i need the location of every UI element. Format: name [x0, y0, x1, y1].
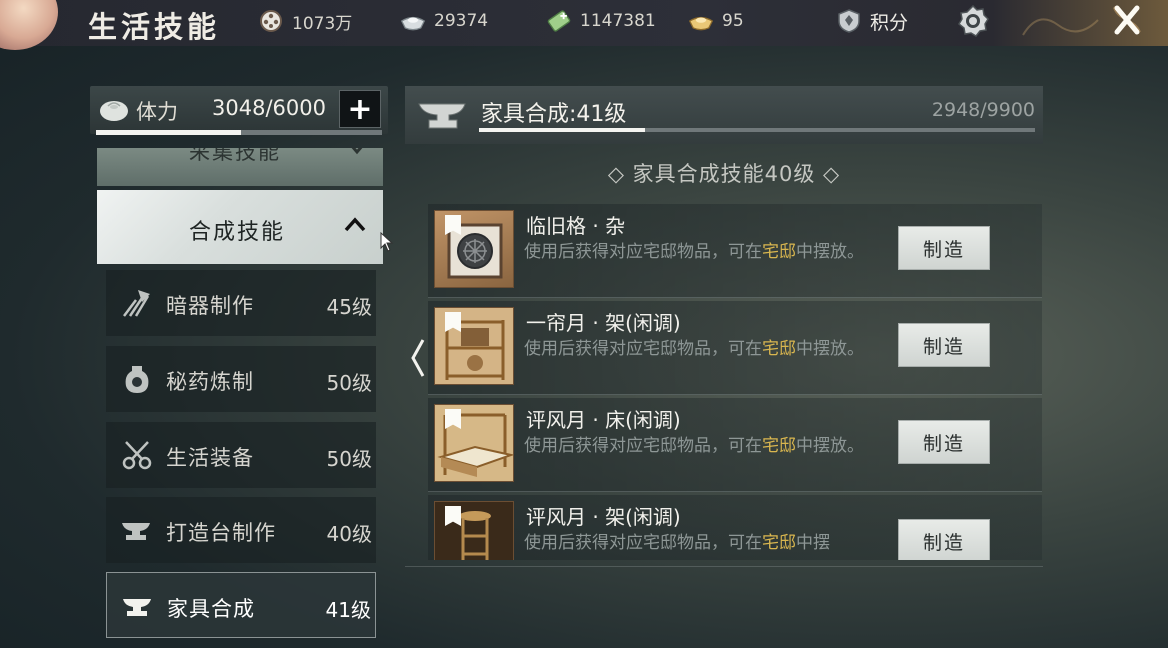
stamina-value: 3048/6000	[212, 96, 326, 120]
skill-level: 40级	[326, 522, 372, 546]
recipe-desc: 使用后获得对应宅邸物品，可在宅邸中摆放。	[524, 242, 864, 262]
resource-coins: 1073万	[258, 8, 352, 34]
recipe-list-clip: 评风月 · 架(闲调) 使用后获得对应宅邸物品，可在宅邸中摆 制造	[428, 488, 1044, 560]
green-ticket-icon	[546, 9, 572, 33]
resource-silver: 29374	[400, 8, 488, 34]
anvil-icon	[123, 599, 151, 616]
category-label: 合成技能	[189, 220, 286, 245]
recipe-desc: 使用后获得对应宅邸物品，可在宅邸中摆放。	[524, 436, 864, 456]
chevron-left-icon[interactable]	[410, 338, 426, 378]
skill-name: 生活装备	[166, 446, 254, 470]
skill-name: 暗器制作	[166, 294, 254, 318]
skill-item-secret-medicine[interactable]: 秘药炼制 50级	[106, 346, 376, 412]
craft-button[interactable]: 制造	[898, 226, 990, 270]
skill-name: 家具合成	[167, 597, 255, 621]
close-button[interactable]	[1100, 0, 1154, 40]
category-label: 采集技能	[189, 148, 281, 164]
page-title: 生活技能	[88, 10, 221, 44]
resource-value: 95	[722, 11, 744, 31]
furniture-thumbnail	[434, 404, 514, 482]
skill-level: 50级	[326, 371, 372, 395]
points-label: 积分	[870, 11, 909, 34]
points-button[interactable]: 积分	[836, 8, 908, 34]
category-crafting[interactable]: 合成技能	[97, 190, 383, 264]
category-gathering[interactable]: 采集技能	[97, 148, 383, 186]
chevron-down-icon	[351, 148, 363, 155]
resource-ticket: 1147381	[546, 8, 656, 34]
skill-header: 家具合成:41级 2948/9900	[405, 86, 1043, 144]
recipe-name: 一帘月 · 架(闲调)	[526, 311, 681, 335]
furniture-thumbnail	[434, 307, 514, 385]
skill-exp-bar	[479, 128, 1035, 132]
skill-level: 45级	[326, 295, 372, 319]
recipe-item[interactable]: 临旧格 · 杂 使用后获得对应宅邸物品，可在宅邸中摆放。 制造	[428, 204, 1042, 298]
craft-button[interactable]: 制造	[898, 323, 990, 367]
skill-title: 家具合成:41级	[481, 102, 627, 127]
chevron-up-icon	[344, 217, 366, 232]
recipe-item[interactable]: 一帘月 · 架(闲调) 使用后获得对应宅邸物品，可在宅邸中摆放。 制造	[428, 301, 1042, 395]
shield-points-icon	[836, 9, 862, 33]
skill-exp: 2948/9900	[931, 99, 1035, 121]
stamina-bar	[96, 130, 382, 135]
swirl-decoration	[1022, 18, 1099, 36]
recipe-desc: 使用后获得对应宅邸物品，可在宅邸中摆放。	[524, 339, 864, 359]
potion-jar-icon	[125, 366, 149, 393]
add-stamina-button[interactable]: +	[339, 90, 381, 128]
resource-value: 29374	[434, 11, 489, 31]
gold-ingot-icon	[688, 9, 714, 33]
moon-decoration	[0, 0, 58, 50]
resource-value: 1147381	[580, 11, 656, 31]
skill-exp-bar-fill	[479, 128, 645, 132]
close-icon	[1113, 5, 1141, 35]
skill-name: 打造台制作	[166, 521, 276, 545]
settings-gear-icon[interactable]	[956, 4, 990, 38]
recipe-name: 临旧格 · 杂	[526, 214, 626, 238]
skill-name: 秘药炼制	[166, 370, 254, 394]
craft-button[interactable]: 制造	[898, 519, 990, 560]
skill-item-life-equipment[interactable]: 生活装备 50级	[106, 422, 376, 488]
steamed-bun-icon	[100, 101, 128, 121]
craft-button[interactable]: 制造	[898, 420, 990, 464]
coin-reel-icon	[258, 9, 284, 33]
silver-ingot-icon	[400, 9, 426, 33]
resource-gold: 95	[688, 8, 744, 34]
skill-level: 41级	[325, 598, 371, 622]
skill-level: 50级	[326, 447, 372, 471]
skill-item-furniture[interactable]: 家具合成 41级	[106, 572, 376, 638]
recipe-name: 评风月 · 床(闲调)	[526, 408, 681, 432]
stamina-label: 体力	[136, 100, 178, 124]
furniture-thumbnail	[434, 501, 514, 560]
section-heading: ◇ 家具合成技能40级 ◇	[607, 162, 841, 186]
stamina-bar-fill	[96, 130, 242, 135]
recipe-item[interactable]: 评风月 · 床(闲调) 使用后获得对应宅邸物品，可在宅邸中摆放。 制造	[428, 398, 1042, 492]
anvil-icon	[122, 523, 150, 540]
furniture-thumbnail	[434, 210, 514, 288]
dart-icon	[123, 290, 150, 317]
stamina-panel: 体力 3048/6000 +	[90, 86, 388, 135]
list-divider	[405, 566, 1043, 567]
resource-value: 1073万	[292, 13, 353, 34]
scissors-icon	[122, 441, 152, 470]
top-bar: 生活技能 1073万 29374 1147381 95 积分	[0, 0, 1168, 50]
mouse-cursor-icon	[380, 232, 394, 252]
skill-item-forge-table[interactable]: 打造台制作 40级	[106, 497, 376, 563]
recipe-name: 评风月 · 架(闲调)	[526, 505, 681, 529]
anvil-icon	[418, 103, 466, 129]
skill-item-hidden-weapons[interactable]: 暗器制作 45级	[106, 270, 376, 336]
recipe-item[interactable]: 评风月 · 架(闲调) 使用后获得对应宅邸物品，可在宅邸中摆 制造	[428, 495, 1042, 560]
recipe-desc: 使用后获得对应宅邸物品，可在宅邸中摆	[524, 533, 830, 553]
